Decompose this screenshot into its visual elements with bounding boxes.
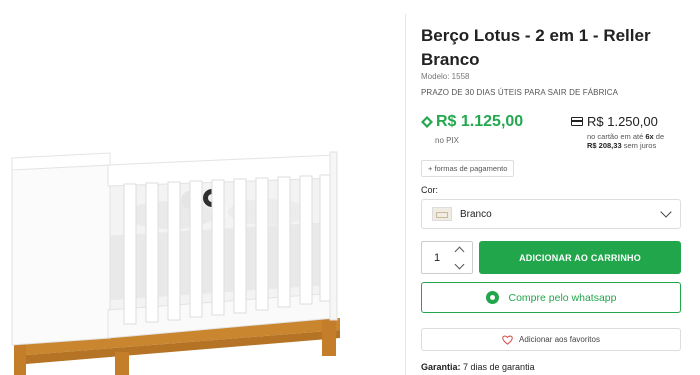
warranty-label: Garantia: [421,362,461,372]
favorites-label: Adicionar aos favoritos [519,335,600,344]
heart-icon [502,335,513,345]
credit-card-icon [571,117,583,126]
warranty-value: 7 dias de garantia [460,362,535,372]
product-title: Berço Lotus - 2 em 1 - Reller Branco [421,26,651,69]
product-model: Modelo: 1558 [421,72,470,81]
pix-label: no PIX [435,136,460,145]
card-price: R$ 1.250,00 [571,114,658,129]
production-deadline: PRAZO DE 30 DIAS ÚTEIS PARA SAIR DE FÁBR… [421,88,619,97]
whatsapp-icon [485,291,499,304]
quantity-value[interactable]: 1 [422,252,452,264]
installment-value-text: R$ 208,33 sem juros [587,141,656,150]
increment-arrow-icon[interactable] [454,246,465,256]
pix-price-value: R$ 1.125,00 [436,113,524,130]
add-to-cart-button[interactable]: ADICIONAR AO CARRINHO [479,241,681,274]
card-price-value: R$ 1.250,00 [587,114,658,129]
crib-illustration [11,151,340,375]
quantity-arrows [454,245,465,271]
installments-text: no cartão em até 6x de [587,132,664,141]
installments-count: 6x [645,132,654,141]
installment-value: R$ 208,33 [587,141,622,150]
installment-suffix: sem juros [621,141,657,150]
pix-price: R$ 1.125,00 [421,113,523,131]
whatsapp-label: Compre pelo whatsapp [508,291,617,304]
warranty-text: Garantia: 7 dias de garantia [421,362,535,372]
chevron-down-icon [660,206,672,218]
decrement-arrow-icon[interactable] [454,259,465,269]
add-to-favorites-button[interactable]: Adicionar aos favoritos [421,328,681,351]
color-swatch [432,207,452,221]
color-select[interactable]: Branco [421,199,681,229]
installments-prefix: no cartão em até [587,132,646,141]
installments-connector: de [653,132,665,141]
whatsapp-buy-button[interactable]: Compre pelo whatsapp [421,282,681,313]
color-label: Cor: [421,185,439,195]
product-image[interactable] [0,0,405,375]
color-selected-value: Branco [460,208,492,220]
column-divider [405,14,406,375]
payment-forms-button[interactable]: + formas de pagamento [421,160,515,177]
quantity-stepper[interactable]: 1 [421,241,473,274]
pix-icon [421,116,433,128]
